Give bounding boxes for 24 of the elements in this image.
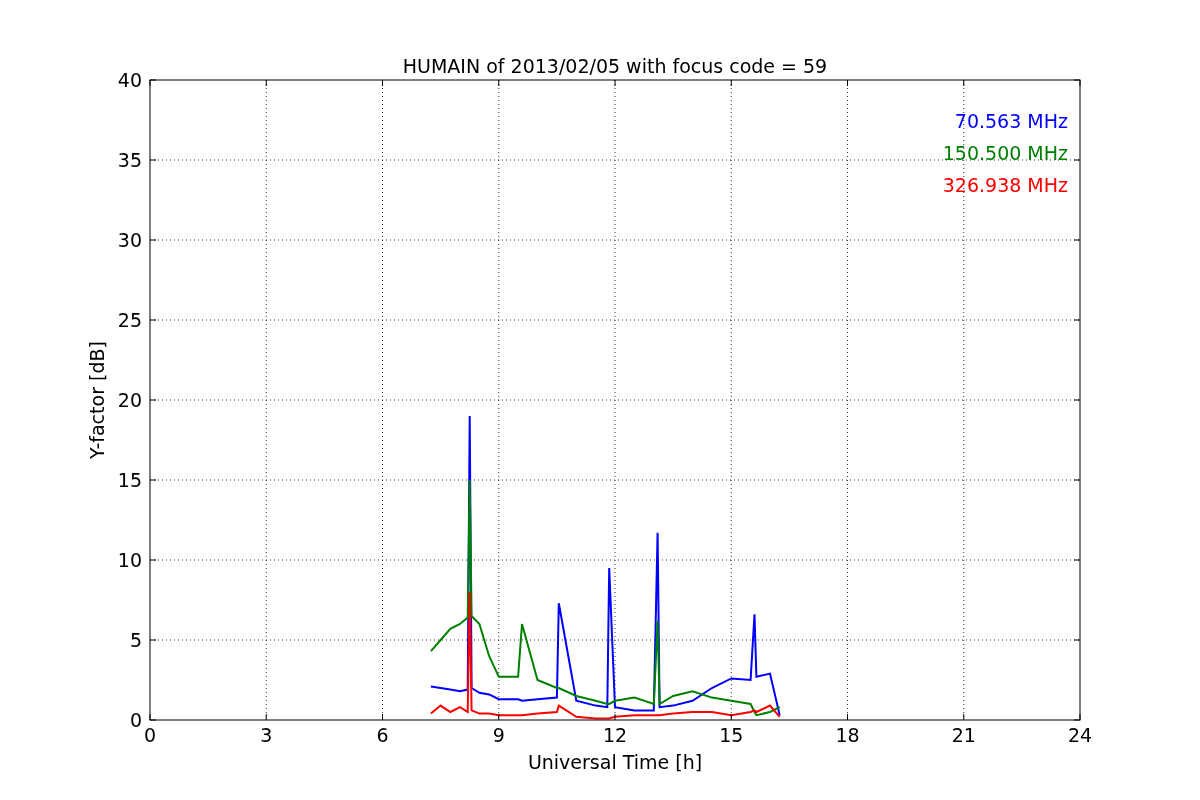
- y-tick-label: 20: [117, 389, 142, 411]
- y-tick-label: 10: [117, 549, 142, 571]
- x-tick-label: 12: [602, 724, 628, 746]
- y-tick-label: 30: [117, 229, 142, 251]
- legend-label: 70.563 MHz: [954, 110, 1068, 132]
- x-tick-label: 24: [1067, 724, 1093, 746]
- x-tick-label: 6: [376, 724, 389, 746]
- x-tick-label: 9: [492, 724, 505, 746]
- x-tick-label: 0: [143, 724, 157, 746]
- x-tick-label: 18: [835, 724, 860, 746]
- x-tick-label: 15: [719, 724, 744, 746]
- legend-label: 326.938 MHz: [942, 174, 1068, 196]
- x-axis-label: Universal Time [h]: [527, 751, 703, 773]
- x-tick-label: 21: [951, 724, 976, 746]
- y-tick-label: 15: [117, 469, 142, 491]
- y-tick-label: 0: [129, 709, 142, 731]
- x-tick-label: 3: [260, 724, 273, 746]
- y-tick-label: 5: [129, 629, 142, 651]
- y-tick-label: 25: [117, 309, 142, 331]
- chart-title: HUMAIN of 2013/02/05 with focus code = 59: [402, 55, 828, 77]
- legend-label: 150.500 MHz: [942, 142, 1068, 164]
- y-tick-label: 40: [117, 69, 142, 91]
- y-axis-label: Y-factor [dB]: [86, 341, 108, 459]
- y-tick-label: 35: [117, 149, 142, 171]
